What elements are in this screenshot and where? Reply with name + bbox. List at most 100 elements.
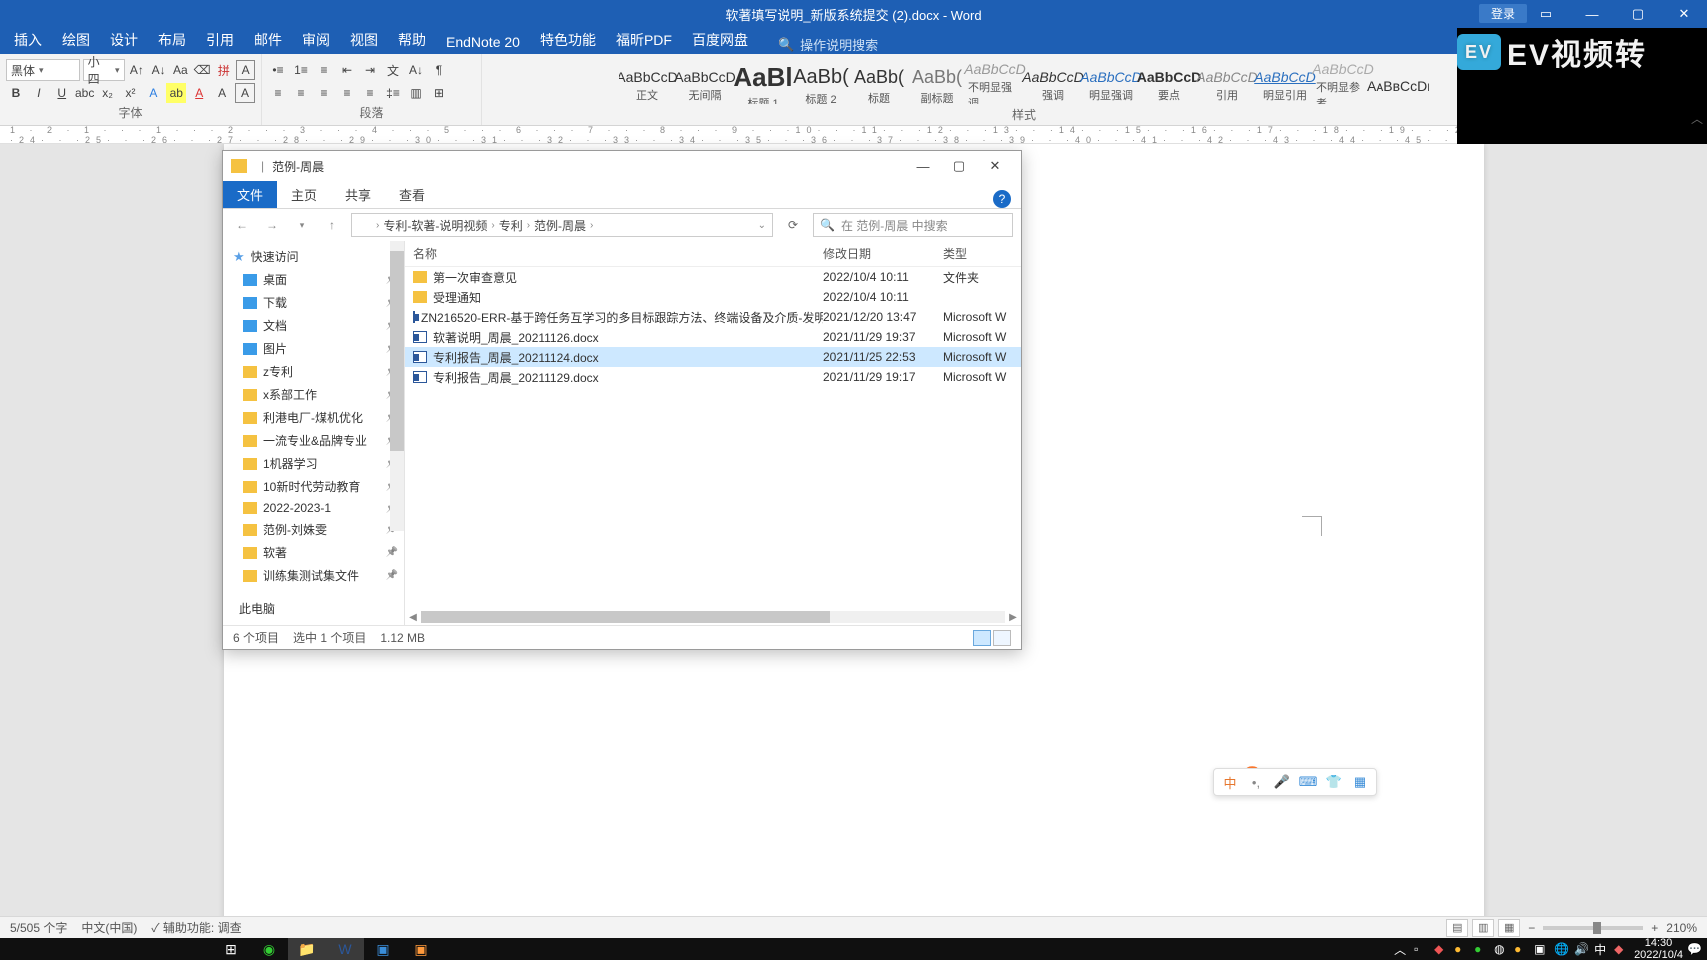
refresh-button[interactable]: ⟳ [781,218,805,232]
explorer-maximize-button[interactable]: ▢ [941,154,977,178]
tray-ime-indicator[interactable]: 中 [1594,941,1610,958]
list-header[interactable]: 名称 修改日期 类型 [405,241,1021,267]
file-row[interactable]: 专利报告_周晨_20211124.docx2021/11/25 22:53Mic… [405,347,1021,367]
tab-mailings[interactable]: 邮件 [244,26,292,54]
read-mode-icon[interactable]: ▤ [1446,919,1468,937]
tray-icon[interactable]: ● [1514,942,1530,956]
action-center-icon[interactable]: 💬 [1687,942,1703,956]
tab-special[interactable]: 特色功能 [530,26,606,54]
nav-quick-access[interactable]: ★快速访问 [223,245,404,268]
horizontal-ruler[interactable]: 1 · 2 · 1 · · · 1 · · · 2 · · · 3 · · · … [0,126,1707,144]
zoom-out-icon[interactable]: − [1528,921,1535,935]
tab-endnote[interactable]: EndNote 20 [436,30,530,54]
text-effects-icon[interactable]: A [143,83,163,103]
change-case-icon[interactable]: Aa [171,60,190,80]
tray-icon[interactable]: ● [1454,942,1470,956]
ime-skin-icon[interactable]: 👕 [1324,773,1344,791]
ime-lang-icon[interactable]: 中 [1220,773,1240,791]
taskbar-explorer-icon[interactable]: 📁 [288,938,326,960]
align-right-icon[interactable]: ≡ [314,83,334,103]
decrease-indent-icon[interactable]: ⇤ [337,60,357,80]
web-layout-icon[interactable]: ▦ [1498,919,1520,937]
tray-icon[interactable]: ◆ [1434,942,1450,956]
up-button[interactable]: ↑ [321,218,343,232]
show-marks-icon[interactable]: ¶ [429,60,449,80]
nav-item[interactable]: 文档 [223,314,404,337]
style-intense-emphasis[interactable]: AaBbCcD明显强调 [1083,56,1139,104]
style-title[interactable]: AaBb(标题 [851,56,907,104]
align-left-icon[interactable]: ≡ [268,83,288,103]
tab-layout[interactable]: 布局 [148,26,196,54]
style-subtle-reference[interactable]: AaBbCcD不明显参考 [1315,56,1371,104]
font-color-icon[interactable]: A [189,83,209,103]
ime-voice-icon[interactable]: 🎤 [1272,773,1292,791]
style-intense-quote[interactable]: AaBbCcD明显引用 [1257,56,1313,104]
explorer-tab-view[interactable]: 查看 [385,181,439,208]
italic-button[interactable]: I [29,83,49,103]
file-row[interactable]: 软著说明_周晨_20211126.docx2021/11/29 19:37Mic… [405,327,1021,347]
ime-punct-icon[interactable]: •, [1246,773,1266,791]
tab-baidu[interactable]: 百度网盘 [682,26,758,54]
tray-clock[interactable]: 14:30 2022/10/4 [1634,937,1683,961]
nav-item[interactable]: 3D 对象 [223,620,404,625]
taskbar-ev-icon[interactable]: ▣ [402,938,440,960]
ime-toolbox-icon[interactable]: ▦ [1350,773,1370,791]
highlight-icon[interactable]: ab [166,83,186,103]
style-heading1[interactable]: AaBl标题 1 [735,56,791,104]
zoom-slider[interactable] [1543,926,1643,930]
tab-references[interactable]: 引用 [196,26,244,54]
details-view-icon[interactable] [973,630,991,646]
multilevel-icon[interactable]: ≡ [314,60,334,80]
nav-item[interactable]: 范例-刘姝雯 [223,518,404,541]
maximize-button[interactable]: ▢ [1615,0,1661,28]
tab-insert[interactable]: 插入 [4,26,52,54]
clear-format-icon[interactable]: ⌫ [193,60,212,80]
explorer-minimize-button[interactable]: — [905,154,941,178]
tab-help[interactable]: 帮助 [388,26,436,54]
enclose-char-icon[interactable]: A [236,60,255,80]
increase-indent-icon[interactable]: ⇥ [360,60,380,80]
tab-review[interactable]: 审阅 [292,26,340,54]
tab-view[interactable]: 视图 [340,26,388,54]
bullets-icon[interactable]: •≡ [268,60,288,80]
nav-item[interactable]: 1机器学习 [223,452,404,475]
phonetic-icon[interactable]: 拼 [214,60,233,80]
explorer-close-button[interactable]: ✕ [977,154,1013,178]
font-size-combo[interactable]: 小四▾ [83,59,125,81]
tray-icon[interactable]: ▣ [1534,942,1550,956]
nav-item[interactable]: 桌面 [223,268,404,291]
explorer-search-box[interactable]: 🔍 在 范例-周晨 中搜索 [813,213,1013,237]
tray-network-icon[interactable]: 🌐 [1554,942,1570,956]
task-view-icon[interactable]: ⊞ [212,938,250,960]
tray-volume-icon[interactable]: 🔊 [1574,942,1590,956]
nav-scrollbar[interactable] [390,241,404,531]
nav-item[interactable]: 2022-2023-1 [223,498,404,518]
explorer-title-bar[interactable]: | 范例-周晨 — ▢ ✕ [223,151,1021,181]
collapse-ribbon-icon[interactable]: ︿ [1691,110,1703,127]
tray-wechat-icon[interactable]: ● [1474,942,1490,956]
minimize-button[interactable]: — [1569,0,1615,28]
taskbar-wechat-icon[interactable]: ◉ [250,938,288,960]
taskbar-app-blue-icon[interactable]: ▣ [364,938,402,960]
back-button[interactable]: ← [231,218,253,232]
bold-button[interactable]: B [6,83,26,103]
page-word-count[interactable]: 5/505 个字 [10,919,67,936]
accessibility-indicator[interactable]: ✓ 辅助功能: 调查 [151,919,241,936]
zoom-level[interactable]: 210% [1666,921,1697,935]
tab-draw[interactable]: 绘图 [52,26,100,54]
asian-layout-icon[interactable]: 文 [383,60,403,80]
path-dropdown-icon[interactable]: ⌄ [758,220,766,231]
sort-icon[interactable]: A↓ [406,60,426,80]
file-row[interactable]: 第一次审查意见2022/10/4 10:11文件夹 [405,267,1021,287]
login-button[interactable]: 登录 [1479,4,1527,23]
style-subtitle[interactable]: AaBb(副标题 [909,56,965,104]
system-tray[interactable]: ︿ ▫ ◆ ● ● ◍ ● ▣ 🌐 🔊 中 ◆ 14:30 2022/10/4 … [1394,937,1707,961]
breadcrumb-seg-1[interactable]: 专利 [499,217,523,234]
nav-item[interactable]: 图片 [223,337,404,360]
close-button[interactable]: ✕ [1661,0,1707,28]
style-quote[interactable]: AaBbCcD引用 [1199,56,1255,104]
nav-item[interactable]: 训练集测试集文件 [223,564,404,587]
style-subtle-emphasis[interactable]: AaBbCcD不明显强调 [967,56,1023,104]
tab-foxit[interactable]: 福昕PDF [606,26,682,54]
breadcrumb-seg-2[interactable]: 范例-周晨 [534,217,586,234]
